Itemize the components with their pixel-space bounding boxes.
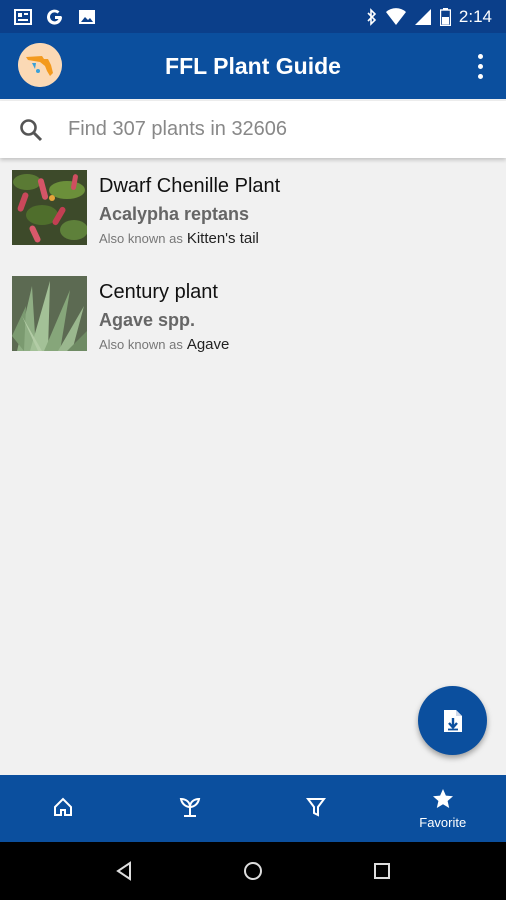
- plant-thumbnail: [12, 276, 87, 351]
- home-icon: [54, 797, 73, 816]
- news-icon: [14, 8, 32, 25]
- filter-icon: [306, 797, 327, 817]
- plant-aka: Kitten's tail: [186, 230, 259, 247]
- home-circle-icon[interactable]: [242, 860, 264, 882]
- signal-icon: [414, 8, 431, 25]
- app-title: FFL Plant Guide: [165, 52, 341, 79]
- status-time: 2:14: [458, 6, 492, 26]
- aka-prefix: Also known as: [99, 337, 183, 352]
- google-icon: [47, 9, 63, 25]
- wifi-icon: [385, 7, 406, 25]
- status-bar: 2:14: [0, 0, 506, 33]
- recents-icon[interactable]: [371, 860, 393, 882]
- bottom-nav: Favorite: [0, 775, 506, 842]
- plant-thumbnail: [12, 170, 87, 245]
- plant-aka: Agave: [186, 336, 230, 353]
- plant-common-name: Century plant: [99, 281, 218, 303]
- nav-favorite-label: Favorite: [419, 815, 467, 830]
- search-input[interactable]: [68, 118, 468, 141]
- florida-logo-icon[interactable]: [18, 43, 62, 87]
- plant-list: Dwarf Chenille Plant Acalypha reptans Al…: [0, 168, 506, 380]
- bluetooth-icon: [367, 7, 377, 26]
- list-item[interactable]: Dwarf Chenille Plant Acalypha reptans Al…: [0, 168, 506, 274]
- sprout-icon: [179, 797, 200, 817]
- aka-prefix: Also known as: [99, 231, 183, 246]
- plant-scientific-name: Agave spp.: [99, 310, 196, 330]
- more-vert-icon[interactable]: [468, 51, 492, 81]
- battery-icon: [439, 7, 451, 26]
- download-fab-button[interactable]: [418, 686, 487, 755]
- file-download-icon: [443, 709, 462, 732]
- nav-home[interactable]: [0, 775, 127, 842]
- nav-plants[interactable]: [127, 775, 254, 842]
- system-nav-bar: [0, 842, 506, 900]
- image-icon: [79, 9, 95, 24]
- nav-filter[interactable]: [253, 775, 380, 842]
- search-bar: [0, 101, 506, 158]
- search-icon[interactable]: [18, 117, 44, 143]
- star-icon: [432, 789, 453, 808]
- nav-favorite[interactable]: Favorite: [380, 775, 506, 842]
- app-bar: FFL Plant Guide: [0, 33, 506, 99]
- plant-scientific-name: Acalypha reptans: [99, 204, 250, 224]
- plant-common-name: Dwarf Chenille Plant: [99, 175, 281, 197]
- back-icon[interactable]: [113, 860, 135, 882]
- list-item[interactable]: Century plant Agave spp. Also known as Ag…: [0, 274, 506, 380]
